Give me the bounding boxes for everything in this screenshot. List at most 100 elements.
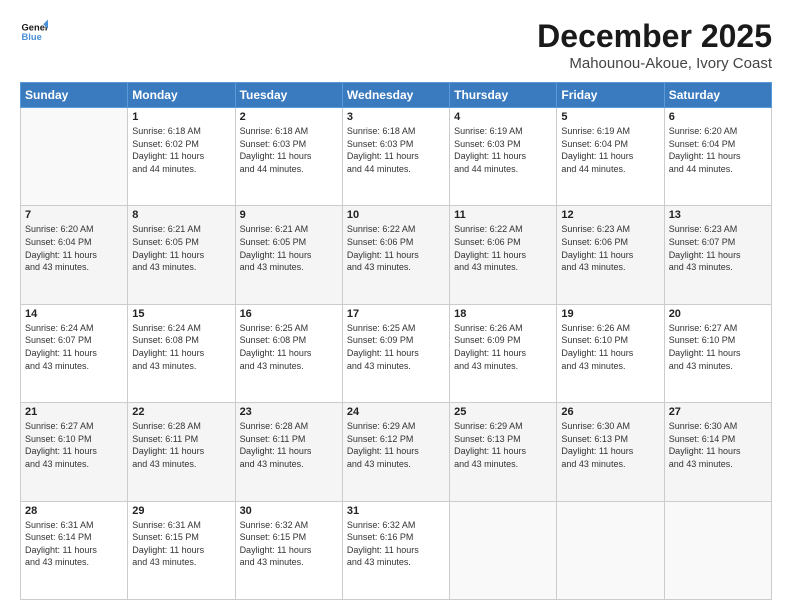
day-info: Sunrise: 6:31 AM Sunset: 6:15 PM Dayligh… — [132, 519, 230, 569]
day-number: 9 — [240, 209, 338, 221]
calendar-table: SundayMondayTuesdayWednesdayThursdayFrid… — [20, 82, 772, 600]
day-number: 13 — [669, 209, 767, 221]
weekday-header-sunday: Sunday — [21, 83, 128, 108]
logo: General Blue — [20, 18, 48, 46]
svg-text:Blue: Blue — [22, 32, 42, 42]
day-info: Sunrise: 6:20 AM Sunset: 6:04 PM Dayligh… — [669, 125, 767, 175]
header: General Blue December 2025 Mahounou-Akou… — [20, 18, 772, 72]
calendar-week-3: 14Sunrise: 6:24 AM Sunset: 6:07 PM Dayli… — [21, 304, 772, 402]
day-info: Sunrise: 6:18 AM Sunset: 6:02 PM Dayligh… — [132, 125, 230, 175]
day-number: 3 — [347, 111, 445, 123]
page: General Blue December 2025 Mahounou-Akou… — [0, 0, 792, 612]
day-info: Sunrise: 6:26 AM Sunset: 6:10 PM Dayligh… — [561, 322, 659, 372]
title-block: December 2025 Mahounou-Akoue, Ivory Coas… — [537, 18, 772, 72]
calendar-cell: 13 Sunrise: 6:23 AM Sunset: 6:07 PM Dayli… — [664, 206, 771, 304]
day-info: Sunrise: 6:26 AM Sunset: 6:09 PM Dayligh… — [454, 322, 552, 372]
weekday-header-saturday: Saturday — [664, 83, 771, 108]
day-info: Sunrise: 6:21 AM Sunset: 6:05 PM Dayligh… — [132, 223, 230, 273]
day-info: Sunrise: 6:28 AM Sunset: 6:11 PM Dayligh… — [240, 420, 338, 470]
calendar-cell: 21Sunrise: 6:27 AM Sunset: 6:10 PM Dayli… — [21, 403, 128, 501]
calendar-cell: 31Sunrise: 6:32 AM Sunset: 6:16 PM Dayli… — [342, 501, 449, 599]
calendar-cell: 7 Sunrise: 6:20 AM Sunset: 6:04 PM Daylig… — [21, 206, 128, 304]
day-number: 19 — [561, 308, 659, 320]
calendar-week-5: 28 Sunrise: 6:31 AM Sunset: 6:14 PM Dayli… — [21, 501, 772, 599]
calendar-cell — [450, 501, 557, 599]
location-title: Mahounou-Akoue, Ivory Coast — [537, 55, 772, 72]
day-number: 28 — [25, 505, 123, 517]
calendar-week-4: 21Sunrise: 6:27 AM Sunset: 6:10 PM Dayli… — [21, 403, 772, 501]
weekday-header-monday: Monday — [128, 83, 235, 108]
day-info: Sunrise: 6:20 AM Sunset: 6:04 PM Dayligh… — [25, 223, 123, 273]
calendar-cell: 27 Sunrise: 6:30 AM Sunset: 6:14 PM Dayli… — [664, 403, 771, 501]
day-number: 10 — [347, 209, 445, 221]
calendar-cell: 26 Sunrise: 6:30 AM Sunset: 6:13 PM Dayli… — [557, 403, 664, 501]
day-info: Sunrise: 6:32 AM Sunset: 6:15 PM Dayligh… — [240, 519, 338, 569]
day-info: Sunrise: 6:29 AM Sunset: 6:12 PM Dayligh… — [347, 420, 445, 470]
day-number: 7 — [25, 209, 123, 221]
day-number: 1 — [132, 111, 230, 123]
calendar-cell: 30 Sunrise: 6:32 AM Sunset: 6:15 PM Dayli… — [235, 501, 342, 599]
day-info: Sunrise: 6:25 AM Sunset: 6:08 PM Dayligh… — [240, 322, 338, 372]
day-number: 20 — [669, 308, 767, 320]
calendar-cell — [21, 108, 128, 206]
calendar-cell: 9 Sunrise: 6:21 AM Sunset: 6:05 PM Daylig… — [235, 206, 342, 304]
calendar-cell: 4Sunrise: 6:19 AM Sunset: 6:03 PM Daylig… — [450, 108, 557, 206]
calendar-cell: 22 Sunrise: 6:28 AM Sunset: 6:11 PM Dayli… — [128, 403, 235, 501]
calendar-cell: 18Sunrise: 6:26 AM Sunset: 6:09 PM Dayli… — [450, 304, 557, 402]
day-info: Sunrise: 6:24 AM Sunset: 6:08 PM Dayligh… — [132, 322, 230, 372]
day-number: 14 — [25, 308, 123, 320]
day-number: 15 — [132, 308, 230, 320]
day-info: Sunrise: 6:18 AM Sunset: 6:03 PM Dayligh… — [240, 125, 338, 175]
calendar-header-row: SundayMondayTuesdayWednesdayThursdayFrid… — [21, 83, 772, 108]
day-info: Sunrise: 6:27 AM Sunset: 6:10 PM Dayligh… — [25, 420, 123, 470]
calendar-cell: 19 Sunrise: 6:26 AM Sunset: 6:10 PM Dayli… — [557, 304, 664, 402]
day-number: 4 — [454, 111, 552, 123]
day-info: Sunrise: 6:25 AM Sunset: 6:09 PM Dayligh… — [347, 322, 445, 372]
calendar-cell: 25Sunrise: 6:29 AM Sunset: 6:13 PM Dayli… — [450, 403, 557, 501]
calendar-cell: 11 Sunrise: 6:22 AM Sunset: 6:06 PM Dayli… — [450, 206, 557, 304]
day-number: 6 — [669, 111, 767, 123]
calendar-cell: 29 Sunrise: 6:31 AM Sunset: 6:15 PM Dayli… — [128, 501, 235, 599]
day-info: Sunrise: 6:22 AM Sunset: 6:06 PM Dayligh… — [347, 223, 445, 273]
day-number: 16 — [240, 308, 338, 320]
day-number: 22 — [132, 406, 230, 418]
day-info: Sunrise: 6:31 AM Sunset: 6:14 PM Dayligh… — [25, 519, 123, 569]
calendar-cell: 3 Sunrise: 6:18 AM Sunset: 6:03 PM Daylig… — [342, 108, 449, 206]
day-number: 5 — [561, 111, 659, 123]
day-info: Sunrise: 6:23 AM Sunset: 6:07 PM Dayligh… — [669, 223, 767, 273]
day-info: Sunrise: 6:27 AM Sunset: 6:10 PM Dayligh… — [669, 322, 767, 372]
day-number: 27 — [669, 406, 767, 418]
calendar-week-1: 1 Sunrise: 6:18 AM Sunset: 6:02 PM Daylig… — [21, 108, 772, 206]
calendar-cell: 1 Sunrise: 6:18 AM Sunset: 6:02 PM Daylig… — [128, 108, 235, 206]
calendar-cell: 20 Sunrise: 6:27 AM Sunset: 6:10 PM Dayli… — [664, 304, 771, 402]
day-info: Sunrise: 6:21 AM Sunset: 6:05 PM Dayligh… — [240, 223, 338, 273]
weekday-header-wednesday: Wednesday — [342, 83, 449, 108]
day-info: Sunrise: 6:19 AM Sunset: 6:04 PM Dayligh… — [561, 125, 659, 175]
day-number: 30 — [240, 505, 338, 517]
calendar-cell: 14Sunrise: 6:24 AM Sunset: 6:07 PM Dayli… — [21, 304, 128, 402]
day-number: 26 — [561, 406, 659, 418]
weekday-header-tuesday: Tuesday — [235, 83, 342, 108]
weekday-header-thursday: Thursday — [450, 83, 557, 108]
day-number: 2 — [240, 111, 338, 123]
calendar-cell: 28 Sunrise: 6:31 AM Sunset: 6:14 PM Dayli… — [21, 501, 128, 599]
day-info: Sunrise: 6:23 AM Sunset: 6:06 PM Dayligh… — [561, 223, 659, 273]
day-number: 8 — [132, 209, 230, 221]
calendar-week-2: 7 Sunrise: 6:20 AM Sunset: 6:04 PM Daylig… — [21, 206, 772, 304]
day-info: Sunrise: 6:32 AM Sunset: 6:16 PM Dayligh… — [347, 519, 445, 569]
day-info: Sunrise: 6:22 AM Sunset: 6:06 PM Dayligh… — [454, 223, 552, 273]
calendar-cell: 5 Sunrise: 6:19 AM Sunset: 6:04 PM Daylig… — [557, 108, 664, 206]
logo-icon: General Blue — [20, 18, 48, 46]
calendar-cell — [664, 501, 771, 599]
weekday-header-friday: Friday — [557, 83, 664, 108]
day-number: 29 — [132, 505, 230, 517]
day-info: Sunrise: 6:28 AM Sunset: 6:11 PM Dayligh… — [132, 420, 230, 470]
day-number: 11 — [454, 209, 552, 221]
day-info: Sunrise: 6:18 AM Sunset: 6:03 PM Dayligh… — [347, 125, 445, 175]
day-info: Sunrise: 6:30 AM Sunset: 6:13 PM Dayligh… — [561, 420, 659, 470]
day-info: Sunrise: 6:29 AM Sunset: 6:13 PM Dayligh… — [454, 420, 552, 470]
calendar-cell: 6 Sunrise: 6:20 AM Sunset: 6:04 PM Daylig… — [664, 108, 771, 206]
calendar-cell: 2 Sunrise: 6:18 AM Sunset: 6:03 PM Daylig… — [235, 108, 342, 206]
day-info: Sunrise: 6:30 AM Sunset: 6:14 PM Dayligh… — [669, 420, 767, 470]
calendar-cell: 10 Sunrise: 6:22 AM Sunset: 6:06 PM Dayli… — [342, 206, 449, 304]
